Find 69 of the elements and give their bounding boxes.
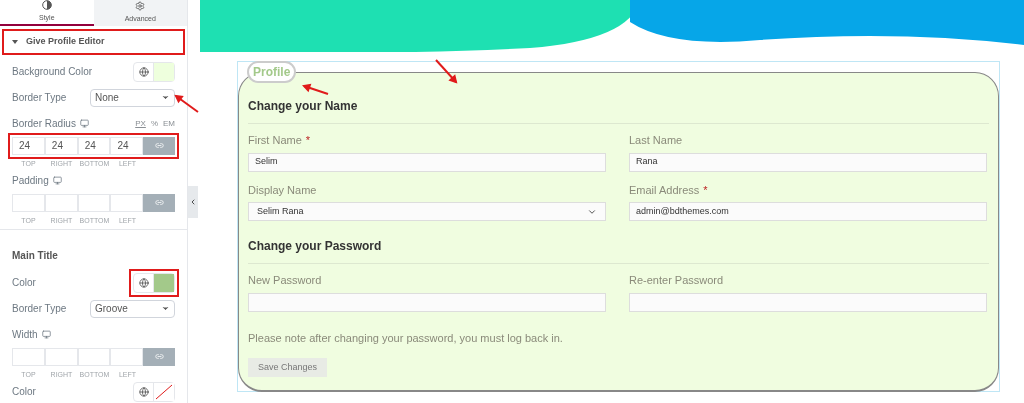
control-label: Border Type [12, 91, 67, 105]
settings-icon [135, 1, 146, 11]
save-changes-button[interactable]: Save Changes [248, 358, 328, 377]
control-label: Color [12, 385, 36, 399]
display-name-select[interactable]: Selim Rana [248, 202, 606, 221]
dimension-input[interactable] [12, 347, 45, 366]
input-field[interactable]: Rana [629, 152, 987, 172]
dimension-input[interactable] [12, 193, 45, 212]
monitor-icon [41, 330, 51, 339]
dimension-input[interactable] [44, 193, 78, 212]
annotation-arrow [174, 94, 199, 113]
link-values-button[interactable] [143, 136, 175, 155]
chevron-icon [189, 197, 197, 206]
contrast-icon [41, 0, 52, 10]
empty-color-swatch[interactable] [154, 382, 174, 401]
field-label: Last Name [629, 134, 683, 146]
required-mark: * [703, 183, 708, 196]
monitor-icon [79, 119, 89, 128]
input-field[interactable]: admin@bdthemes.com [629, 202, 987, 221]
caret-icon [161, 304, 170, 313]
color-swatch[interactable] [154, 273, 174, 292]
section-title: Change your Name [248, 99, 358, 113]
password-note: Please note after changing your password, you must log back in. [248, 330, 564, 346]
field-label: New Password [248, 274, 322, 286]
globe-icon [138, 66, 149, 77]
dimension-input[interactable] [110, 193, 144, 212]
input-field[interactable] [629, 292, 987, 312]
section-heading: Main Title [12, 249, 58, 261]
field-label: Re-enter Password [629, 274, 724, 286]
globe-icon [138, 386, 149, 397]
link-icon [154, 141, 164, 150]
caret-icon [161, 93, 170, 102]
color-swatch[interactable] [154, 62, 174, 81]
control-label: Background Color [12, 65, 93, 79]
control-label: Color [12, 276, 36, 290]
control-label: Border Type [12, 302, 67, 316]
link-values-button[interactable] [143, 347, 175, 366]
input-field[interactable]: Selim [248, 152, 606, 172]
annotation-arrow [435, 59, 458, 84]
link-values-button[interactable] [143, 193, 175, 212]
border-type-select[interactable]: Groove [90, 299, 175, 318]
dimension-input[interactable] [44, 347, 78, 366]
required-mark: * [305, 134, 311, 146]
control-label: Width [12, 328, 38, 342]
field-label: Display Name [248, 183, 317, 196]
dimension-input[interactable]: 24 [44, 136, 78, 155]
dimension-input[interactable] [77, 193, 111, 212]
dimension-input[interactable] [77, 347, 111, 366]
dimension-input[interactable]: 24 [77, 136, 111, 155]
control-label: Padding [12, 174, 49, 188]
input-field[interactable] [248, 292, 606, 312]
unit-option[interactable]: % [150, 117, 158, 130]
annotation-arrow [302, 83, 329, 95]
profile-legend: Profile [247, 61, 297, 83]
link-icon [154, 352, 164, 361]
control-label: Border Radius [12, 117, 76, 131]
field-label: First Name [248, 134, 302, 146]
globe-icon [138, 277, 149, 288]
collapse-panel-button[interactable] [188, 185, 198, 218]
unit-option[interactable]: PX [135, 117, 146, 130]
border-type-select[interactable]: None [90, 88, 175, 107]
dimension-input[interactable]: 24 [110, 136, 144, 155]
monitor-icon [52, 176, 62, 185]
link-icon [154, 198, 164, 207]
field-label: Email Address [629, 183, 700, 196]
dimension-input[interactable]: 24 [12, 136, 45, 155]
section-toggle[interactable]: Give Profile Editor [4, 30, 183, 53]
section-title: Change your Password [248, 239, 382, 253]
dimension-input[interactable] [110, 347, 144, 366]
